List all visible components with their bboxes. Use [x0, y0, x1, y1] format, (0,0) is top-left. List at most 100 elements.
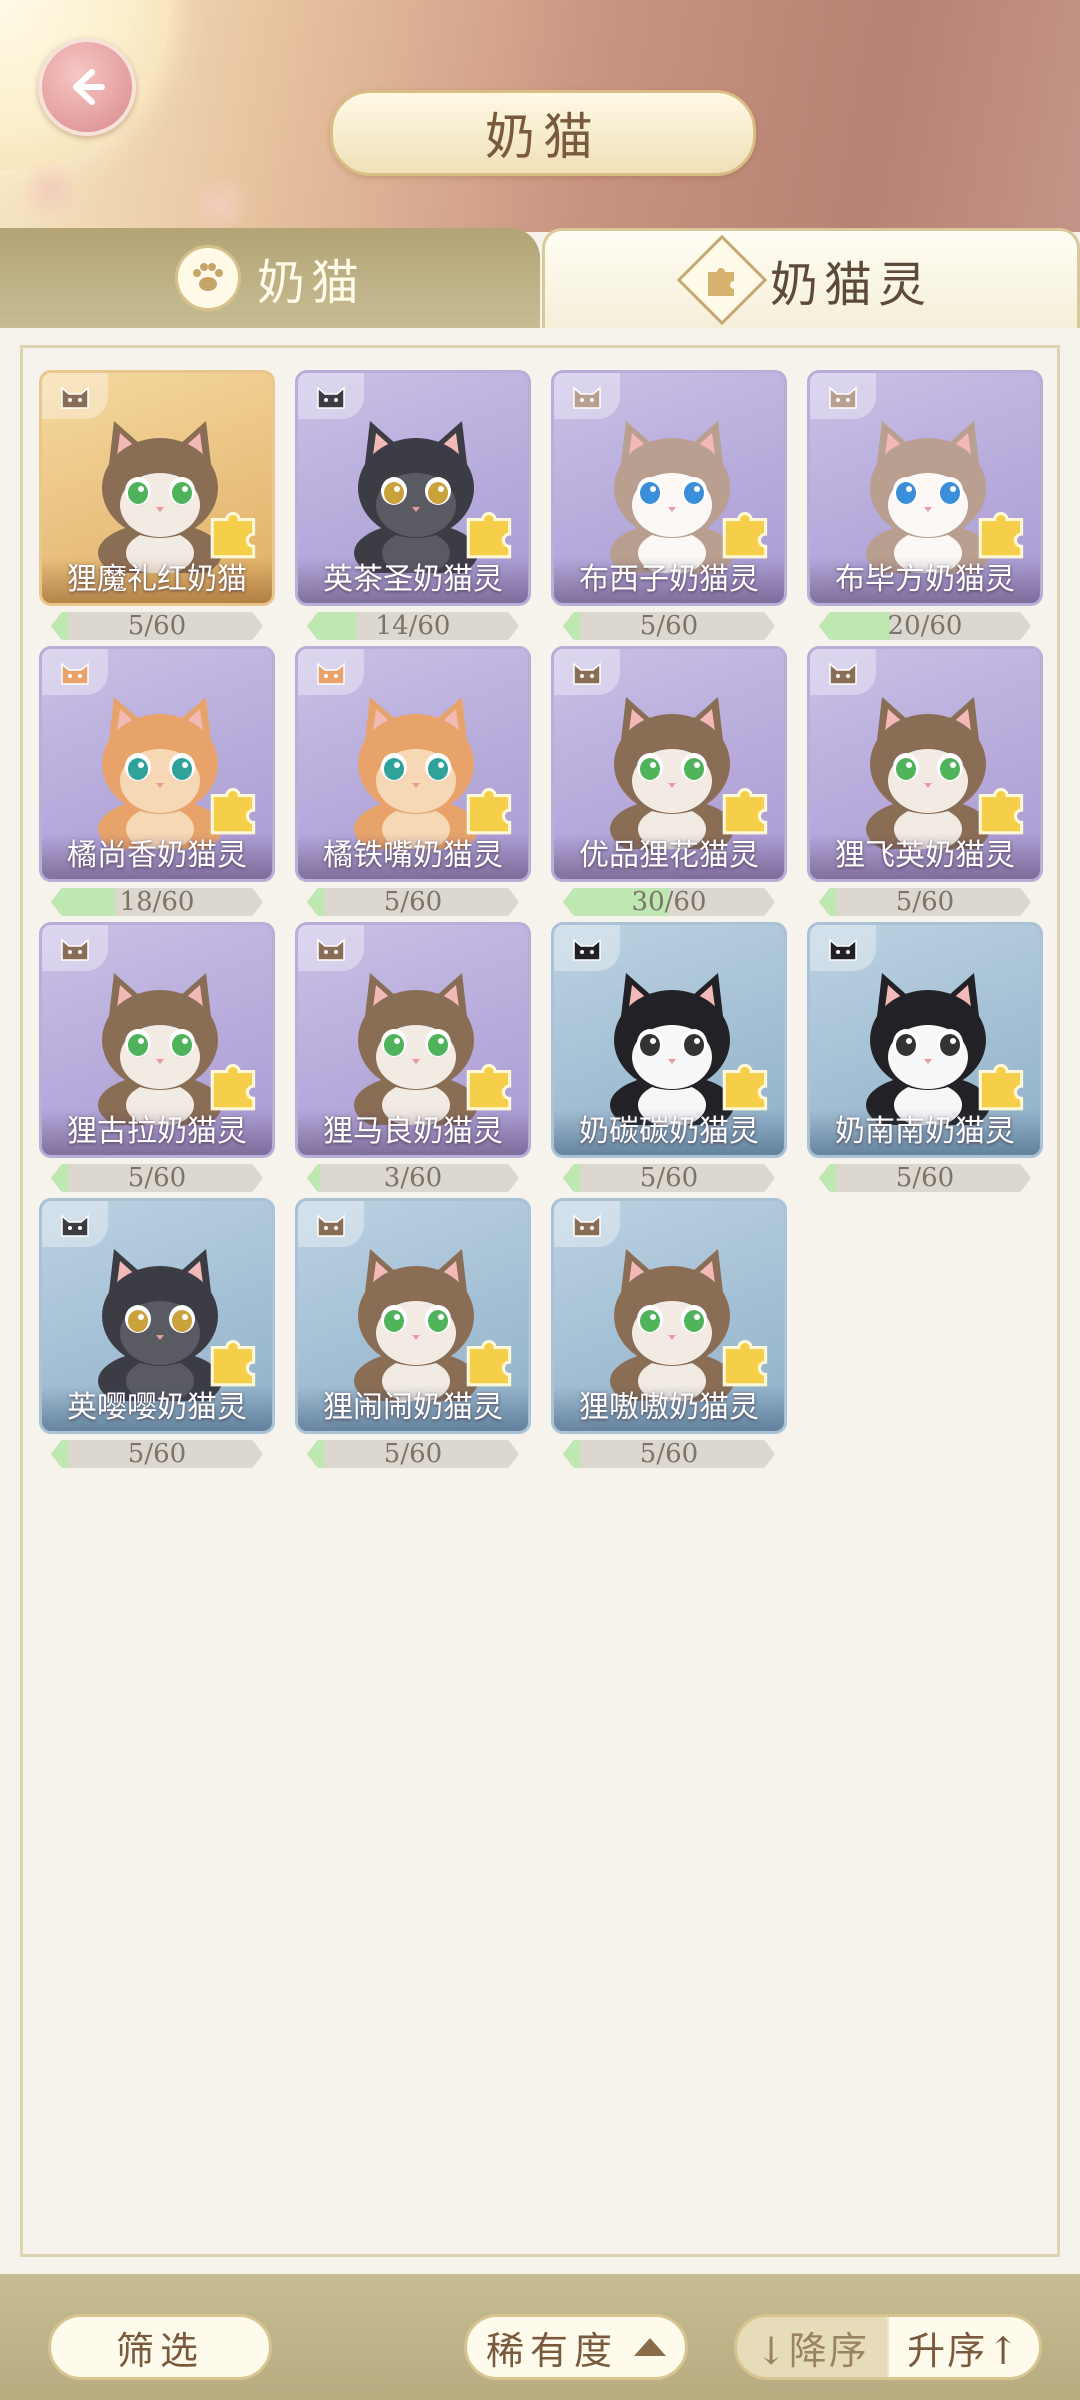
fragment-progress-text: 18/60	[119, 888, 195, 916]
kitten-card-frame: 英茶圣奶猫灵	[295, 370, 531, 606]
kitten-card[interactable]: 优品狸花猫灵 30/60	[551, 646, 791, 922]
puzzle-icon	[722, 787, 768, 835]
blossom-decoration	[20, 160, 80, 220]
kitten-card[interactable]: 英茶圣奶猫灵 14/60	[295, 370, 535, 646]
fragment-progress-bar: 14/60	[307, 612, 519, 640]
sort-descending-button[interactable]: ↓降序	[737, 2317, 887, 2377]
rarity-sort-label: 稀有度	[485, 2328, 618, 2373]
kitten-card-frame: 狸马良奶猫灵	[295, 922, 531, 1158]
caret-up-icon	[634, 2338, 666, 2356]
kitten-card-frame: 英嘤嘤奶猫灵	[39, 1198, 275, 1434]
fragment-progress-bar: 30/60	[563, 888, 775, 916]
puzzle-icon	[978, 511, 1024, 559]
kitten-card-frame: 优品狸花猫灵	[551, 646, 787, 882]
fragment-progress-text: 3/60	[383, 1164, 443, 1192]
rarity-sort-dropdown[interactable]: 稀有度	[464, 2314, 688, 2380]
fragment-progress-bar: 5/60	[819, 1164, 1031, 1192]
kitten-card-frame: 狸闹闹奶猫灵	[295, 1198, 531, 1434]
tab-label: 奶猫灵	[769, 256, 932, 313]
fragment-progress-bar: 20/60	[819, 612, 1031, 640]
kitten-name: 狸魔礼红奶猫	[42, 557, 272, 603]
fragment-progress-bar: 5/60	[819, 888, 1031, 916]
paw-icon	[174, 245, 241, 311]
fragment-progress-bar: 5/60	[563, 1440, 775, 1468]
kitten-card[interactable]: 布西子奶猫灵 5/60	[551, 370, 791, 646]
fragment-progress-text: 5/60	[639, 1440, 699, 1468]
kitten-card[interactable]: 奶南南奶猫灵 5/60	[807, 922, 1047, 1198]
puzzle-icon	[722, 1063, 768, 1111]
kitten-card[interactable]: 狸嗷嗷奶猫灵 5/60	[551, 1198, 791, 1474]
fragment-progress-text: 5/60	[895, 1164, 955, 1192]
kitten-card-frame: 奶南南奶猫灵	[807, 922, 1043, 1158]
bottom-toolbar: 筛选 稀有度 ↓降序 升序↑	[0, 2274, 1080, 2400]
fragment-progress-bar: 3/60	[307, 1164, 519, 1192]
puzzle-icon	[210, 511, 256, 559]
kitten-card[interactable]: 橘尚香奶猫灵 18/60	[39, 646, 279, 922]
kitten-name: 狸马良奶猫灵	[298, 1109, 528, 1155]
filter-button[interactable]: 筛选	[48, 2314, 272, 2380]
kitten-card-frame: 奶碳碳奶猫灵	[551, 922, 787, 1158]
kitten-card[interactable]: 狸魔礼红奶猫 5/60	[39, 370, 279, 646]
fragment-progress-bar: 5/60	[51, 1164, 263, 1192]
kitten-name: 狸飞英奶猫灵	[810, 833, 1040, 879]
puzzle-icon	[210, 787, 256, 835]
kitten-name: 优品狸花猫灵	[554, 833, 784, 879]
fragment-progress-text: 5/60	[383, 888, 443, 916]
kitten-card[interactable]: 橘铁嘴奶猫灵 5/60	[295, 646, 535, 922]
puzzle-icon	[978, 1063, 1024, 1111]
puzzle-icon	[466, 511, 512, 559]
tab-kitten-spirits[interactable]: 奶猫灵	[542, 228, 1080, 328]
puzzle-icon	[466, 787, 512, 835]
kitten-card-frame: 布西子奶猫灵	[551, 370, 787, 606]
back-arrow-icon	[73, 69, 105, 105]
header-banner: 奶猫	[0, 0, 1080, 232]
kitten-name: 英茶圣奶猫灵	[298, 557, 528, 603]
fragment-progress-bar: 5/60	[51, 612, 263, 640]
kitten-card[interactable]: 狸古拉奶猫灵 5/60	[39, 922, 279, 1198]
kitten-card-frame: 橘尚香奶猫灵	[39, 646, 275, 882]
page-title-plate: 奶猫	[330, 90, 756, 176]
kitten-card[interactable]: 狸马良奶猫灵 3/60	[295, 922, 535, 1198]
fragment-progress-bar: 5/60	[563, 1164, 775, 1192]
puzzle-icon	[978, 787, 1024, 835]
fragment-progress-text: 20/60	[887, 612, 963, 640]
kitten-card[interactable]: 英嘤嘤奶猫灵 5/60	[39, 1198, 279, 1474]
kitten-card[interactable]: 布毕方奶猫灵 20/60	[807, 370, 1047, 646]
fragment-progress-text: 14/60	[375, 612, 451, 640]
fragment-progress-text: 5/60	[639, 612, 699, 640]
fragment-progress-text: 5/60	[127, 612, 187, 640]
fragment-progress-text: 5/60	[127, 1440, 187, 1468]
sort-order-toggle: ↓降序 升序↑	[734, 2314, 1042, 2380]
kitten-card[interactable]: 奶碳碳奶猫灵 5/60	[551, 922, 791, 1198]
kitten-card-frame: 狸飞英奶猫灵	[807, 646, 1043, 882]
kitten-card[interactable]: 狸飞英奶猫灵 5/60	[807, 646, 1047, 922]
kitten-name: 布毕方奶猫灵	[810, 557, 1040, 603]
kitten-name: 狸闹闹奶猫灵	[298, 1385, 528, 1431]
kitten-card-frame: 橘铁嘴奶猫灵	[295, 646, 531, 882]
tab-kittens[interactable]: 奶猫	[0, 228, 540, 328]
back-button[interactable]	[38, 38, 136, 136]
kitten-name: 橘铁嘴奶猫灵	[298, 833, 528, 879]
puzzle-icon	[676, 234, 768, 325]
kitten-name: 布西子奶猫灵	[554, 557, 784, 603]
kitten-name: 狸古拉奶猫灵	[42, 1109, 272, 1155]
fragment-progress-text: 5/60	[127, 1164, 187, 1192]
kitten-card[interactable]: 狸闹闹奶猫灵 5/60	[295, 1198, 535, 1474]
fragment-progress-bar: 5/60	[307, 888, 519, 916]
puzzle-icon	[466, 1063, 512, 1111]
tab-bar: 奶猫 奶猫灵	[0, 228, 1080, 328]
puzzle-icon	[210, 1339, 256, 1387]
blossom-decoration	[190, 175, 250, 232]
sort-ascending-button[interactable]: 升序↑	[889, 2317, 1039, 2377]
fragment-progress-text: 5/60	[895, 888, 955, 916]
kitten-name: 奶南南奶猫灵	[810, 1109, 1040, 1155]
fragment-progress-bar: 5/60	[51, 1440, 263, 1468]
fragment-progress-text: 30/60	[631, 888, 707, 916]
collection-panel: 狸魔礼红奶猫 5/60 英茶圣奶猫灵 14/60 布西子奶猫灵 5/60 布毕方…	[20, 345, 1060, 2257]
page-title: 奶猫	[485, 108, 601, 166]
kitten-card-frame: 狸魔礼红奶猫	[39, 370, 275, 606]
fragment-progress-text: 5/60	[639, 1164, 699, 1192]
kitten-card-frame: 狸古拉奶猫灵	[39, 922, 275, 1158]
fragment-progress-bar: 5/60	[563, 612, 775, 640]
kitten-name: 橘尚香奶猫灵	[42, 833, 272, 879]
